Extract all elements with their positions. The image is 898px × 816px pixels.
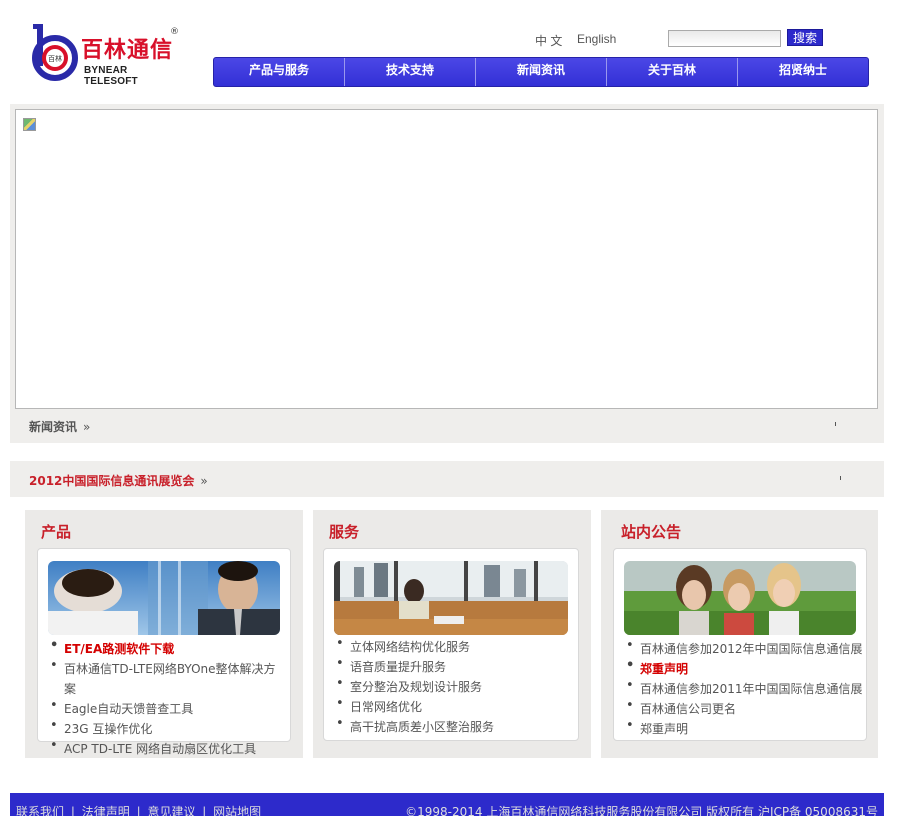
- services-panel: 服务 立体网络结构优化服务 语音质量提升服: [313, 510, 591, 758]
- language-english-link[interactable]: English: [577, 32, 616, 46]
- search-button[interactable]: 搜索: [787, 29, 823, 46]
- list-item[interactable]: ACP TD-LTE 网络自动扇区优化工具: [48, 736, 286, 759]
- footer-links: 联系我们 | 法律声明 | 意见建议 | 网站地图: [16, 803, 264, 816]
- expo-ticker-link[interactable]: 2012中国国际信息通讯展览会 »: [29, 472, 208, 489]
- list-item[interactable]: 高干扰高质差小区整治服务: [334, 714, 574, 737]
- nav-item-careers[interactable]: 招贤纳士: [738, 58, 868, 86]
- company-logo[interactable]: 百林 百林通信 BYNEAR TELESOFT ®: [29, 24, 181, 87]
- banner-frame: [15, 109, 878, 409]
- footer-link-legal[interactable]: 法律声明: [82, 805, 130, 816]
- list-item[interactable]: 立体网络结构优化服务: [334, 634, 574, 657]
- notices-panel: 站内公告 百林通信参加2012年中国国际信息通信展 郑重声明 百林通信参加201…: [601, 510, 878, 758]
- notices-list: 百林通信参加2012年中国国际信息通信展 郑重声明 百林通信参加2011年中国国…: [624, 636, 866, 739]
- notices-photo: [624, 561, 856, 635]
- broken-image-icon: [23, 118, 36, 131]
- products-panel: 产品 ET/EA路测: [25, 510, 303, 758]
- list-item[interactable]: 百林通信公司更名: [624, 696, 866, 719]
- footer-link-contact[interactable]: 联系我们: [16, 805, 64, 816]
- banner-section: 新闻资讯 »: [10, 104, 884, 443]
- nav-item-about[interactable]: 关于百林: [607, 58, 738, 86]
- products-photo: [48, 561, 280, 635]
- notices-card: 百林通信参加2012年中国国际信息通信展 郑重声明 百林通信参加2011年中国国…: [613, 548, 867, 741]
- footer-separator: |: [136, 805, 141, 816]
- search-input[interactable]: [668, 30, 781, 47]
- services-card: 立体网络结构优化服务 语音质量提升服务 室分整治及规划设计服务 日常网络优化 高…: [323, 548, 579, 741]
- products-list: ET/EA路测软件下载 百林通信TD-LTE网络BYOne整体解决方案 Eagl…: [48, 636, 286, 759]
- raquo-icon: »: [83, 420, 91, 434]
- list-item[interactable]: Eagle自动天馈普查工具: [48, 696, 286, 719]
- ticker-marker-icon: [840, 476, 841, 480]
- list-item[interactable]: 郑重声明: [624, 656, 866, 679]
- expo-ticker-label: 2012中国国际信息通讯展览会: [29, 474, 195, 488]
- list-item[interactable]: 百林通信参加2012年中国国际信息通信展: [624, 636, 866, 659]
- news-ticker[interactable]: 新闻资讯 »: [29, 418, 90, 435]
- nav-item-news[interactable]: 新闻资讯: [476, 58, 607, 86]
- list-item[interactable]: 日常网络优化: [334, 694, 574, 717]
- language-chinese-link[interactable]: 中 文: [535, 32, 562, 49]
- products-card: ET/EA路测软件下载 百林通信TD-LTE网络BYOne整体解决方案 Eagl…: [37, 548, 291, 756]
- services-photo: [334, 561, 568, 635]
- logo-english-name: BYNEAR TELESOFT: [84, 65, 138, 87]
- footer-link-feedback[interactable]: 意见建议: [147, 805, 195, 816]
- list-item[interactable]: 室分整治及规划设计服务: [334, 674, 574, 697]
- expo-ticker-bar: 2012中国国际信息通讯展览会 »: [10, 461, 884, 497]
- notices-title: 站内公告: [621, 523, 682, 541]
- svg-text:百林: 百林: [48, 54, 62, 63]
- list-item[interactable]: 23G 互操作优化: [48, 716, 286, 739]
- nav-item-products-services[interactable]: 产品与服务: [214, 58, 345, 86]
- footer: 联系我们 | 法律声明 | 意见建议 | 网站地图 ©1998-2014 上海百…: [10, 793, 884, 816]
- list-item[interactable]: 郑重声明: [624, 716, 866, 739]
- nav-item-tech-support[interactable]: 技术支持: [345, 58, 476, 86]
- main-nav: 产品与服务 技术支持 新闻资讯 关于百林 招贤纳士: [213, 57, 869, 87]
- list-item[interactable]: 语音质量提升服务: [334, 654, 574, 677]
- footer-link-sitemap[interactable]: 网站地图: [213, 805, 261, 816]
- logo-emblem: 百林: [32, 24, 78, 81]
- list-item[interactable]: ET/EA路测软件下载: [48, 636, 286, 659]
- raquo-icon: »: [200, 474, 208, 488]
- logo-chinese-name: 百林通信: [81, 38, 174, 63]
- registered-mark: ®: [170, 27, 179, 37]
- products-title: 产品: [41, 523, 72, 541]
- ticker-marker-icon: [835, 422, 836, 426]
- services-title: 服务: [329, 523, 360, 541]
- footer-separator: |: [70, 805, 75, 816]
- footer-copyright: ©1998-2014 上海百林通信网络科技服务股份有限公司 版权所有 沪ICP备…: [405, 805, 878, 816]
- news-ticker-label: 新闻资讯: [29, 420, 78, 434]
- list-item[interactable]: 百林通信TD-LTE网络BYOne整体解决方案: [48, 656, 286, 699]
- list-item[interactable]: 百林通信参加2011年中国国际信息通信展: [624, 676, 866, 699]
- services-list: 立体网络结构优化服务 语音质量提升服务 室分整治及规划设计服务 日常网络优化 高…: [334, 634, 574, 737]
- footer-separator: |: [202, 805, 207, 816]
